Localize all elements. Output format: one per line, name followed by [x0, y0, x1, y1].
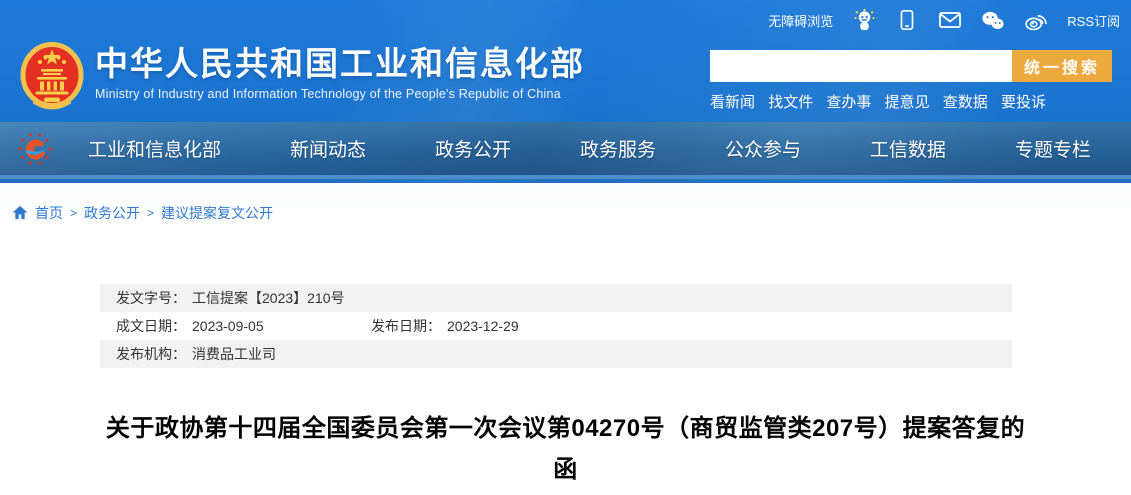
home-icon[interactable]	[12, 205, 28, 220]
page: 无障碍浏览	[0, 0, 1131, 495]
site-title: 中华人民共和国工业和信息化部	[95, 44, 585, 84]
quick-link-documents[interactable]: 找文件	[768, 91, 813, 112]
topbar: 无障碍浏览	[0, 0, 1131, 40]
meta-label: 发文字号：	[116, 288, 186, 308]
meta-label: 发布日期：	[371, 316, 441, 336]
rss-link[interactable]: RSS订阅	[1067, 11, 1120, 30]
breadcrumb-separator: >	[70, 206, 77, 220]
search-row: 统一搜索	[710, 50, 1112, 82]
meta-row-dates: 成文日期： 2023-09-05 发布日期： 2023-12-29	[100, 312, 1012, 340]
email-icon[interactable]	[938, 8, 962, 32]
topbar-links: 无障碍浏览	[768, 8, 1120, 32]
site-header: 无障碍浏览	[0, 0, 1131, 183]
breadcrumb-separator: >	[147, 206, 154, 220]
meta-label: 发布机构：	[116, 344, 186, 364]
meta-cell: 成文日期： 2023-09-05	[116, 316, 371, 336]
search-button[interactable]: 统一搜索	[1012, 50, 1112, 82]
site-subtitle-en: Ministry of Industry and Information Tec…	[95, 87, 585, 101]
nav-item-gov-openness[interactable]: 政务公开	[435, 135, 511, 162]
quick-links: 看新闻 找文件 查办事 提意见 查数据 要投诉	[710, 91, 1046, 112]
nav-item-news[interactable]: 新闻动态	[290, 135, 366, 162]
meta-cell: 发布机构： 消费品工业司	[116, 344, 276, 364]
search-area: 统一搜索 看新闻 找文件 查办事 提意见 查数据 要投诉	[710, 40, 1112, 112]
quick-link-feedback[interactable]: 提意见	[885, 91, 930, 112]
breadcrumb: 首页 > 政务公开 > 建议提案复文公开	[0, 183, 1131, 223]
meta-value: 工信提案【2023】210号	[192, 288, 345, 308]
document-title: 关于政协第十四届全国委员会第一次会议第04270号（商贸监管类207号）提案答复…	[106, 408, 1026, 490]
quick-link-data[interactable]: 查数据	[943, 91, 988, 112]
meta-cell: 发布日期： 2023-12-29	[371, 316, 519, 336]
meta-row-agency: 发布机构： 消费品工业司	[100, 340, 1012, 368]
meta-value: 2023-09-05	[192, 318, 264, 334]
search-input[interactable]	[710, 50, 1012, 82]
header-main: 中华人民共和国工业和信息化部 Ministry of Industry and …	[0, 40, 1131, 122]
meta-value: 2023-12-29	[447, 318, 519, 334]
nav-items: 工业和信息化部 新闻动态 政务公开 政务服务 公众参与 工信数据 专题专栏	[88, 135, 1091, 162]
weibo-icon[interactable]	[1024, 8, 1048, 32]
nav-item-miit-data[interactable]: 工信数据	[870, 135, 946, 162]
nav-item-gov-services[interactable]: 政务服务	[580, 135, 656, 162]
meta-value: 消费品工业司	[192, 344, 276, 364]
meta-cell: 发文字号： 工信提案【2023】210号	[116, 288, 345, 308]
meta-label: 成文日期：	[116, 316, 186, 336]
main-nav: 工业和信息化部 新闻动态 政务公开 政务服务 公众参与 工信数据 专题专栏	[0, 122, 1131, 179]
doc-meta-table: 发文字号： 工信提案【2023】210号 成文日期： 2023-09-05 发布…	[100, 284, 1012, 368]
miit-logo-icon	[16, 130, 54, 168]
breadcrumb-current[interactable]: 建议提案复文公开	[161, 203, 273, 223]
mobile-icon[interactable]	[895, 8, 919, 32]
breadcrumb-gov-openness[interactable]: 政务公开	[84, 203, 140, 223]
accessibility-link[interactable]: 无障碍浏览	[768, 11, 833, 30]
content: 首页 > 政务公开 > 建议提案复文公开 发文字号： 工信提案【2023】210…	[0, 183, 1131, 490]
wechat-icon[interactable]	[981, 8, 1005, 32]
quick-link-services[interactable]: 查办事	[826, 91, 871, 112]
breadcrumb-home[interactable]: 首页	[35, 203, 63, 223]
quick-link-news[interactable]: 看新闻	[710, 91, 755, 112]
brand[interactable]: 中华人民共和国工业和信息化部 Ministry of Industry and …	[20, 40, 585, 120]
brand-text: 中华人民共和国工业和信息化部 Ministry of Industry and …	[95, 40, 585, 101]
nav-item-miit[interactable]: 工业和信息化部	[88, 135, 221, 162]
nav-item-public-participation[interactable]: 公众参与	[725, 135, 801, 162]
meta-row-doc-number: 发文字号： 工信提案【2023】210号	[100, 284, 1012, 312]
quick-link-complaint[interactable]: 要投诉	[1001, 91, 1046, 112]
nav-item-special-topics[interactable]: 专题专栏	[1015, 135, 1091, 162]
mascot-robot-icon[interactable]	[852, 8, 876, 32]
national-emblem-icon	[20, 41, 84, 120]
